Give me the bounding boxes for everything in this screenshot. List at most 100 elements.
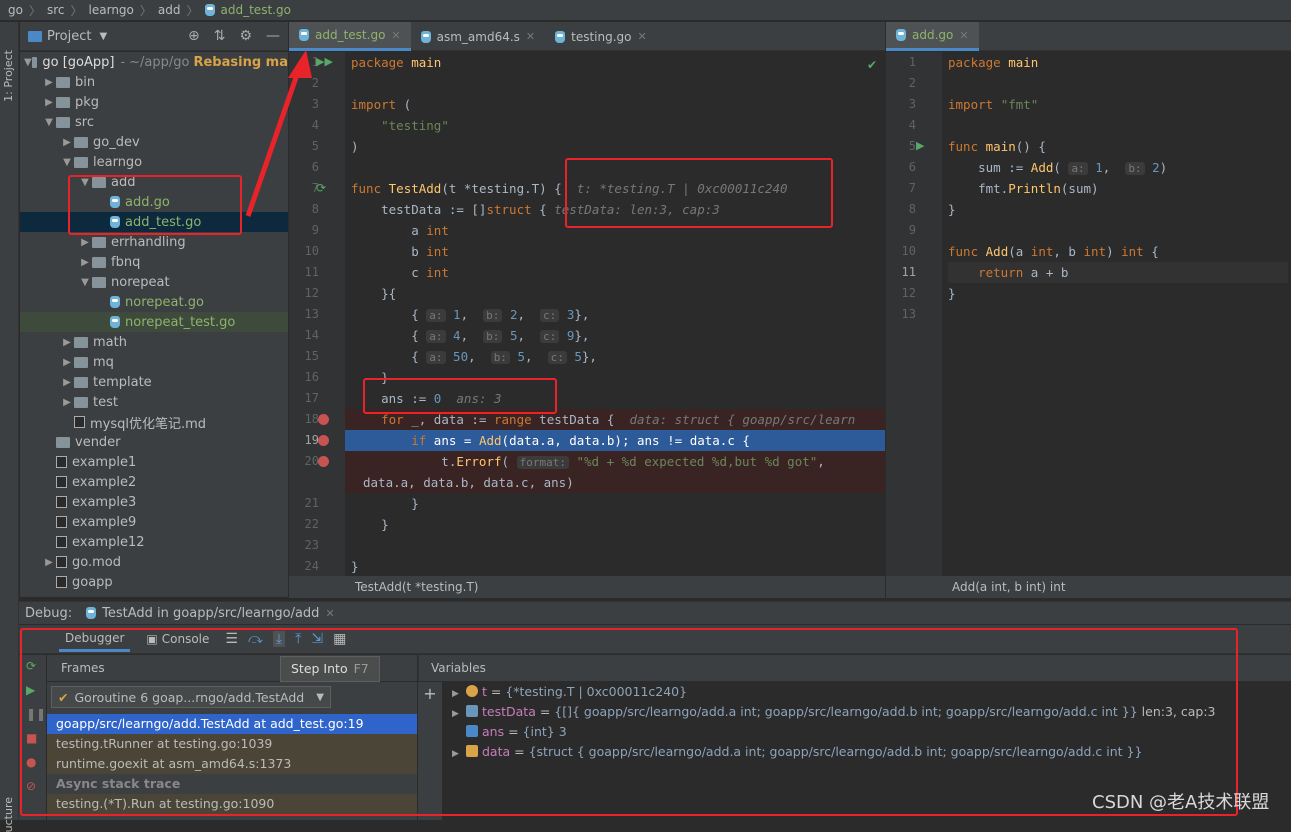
debug-session-tab[interactable]: TestAdd in goapp/src/learngo/add ✕	[86, 606, 335, 621]
tree-root-label: go [goApp]	[42, 54, 115, 70]
annotation-box-files	[68, 175, 242, 235]
tree-item[interactable]: norepeat_test.go	[20, 312, 288, 332]
breadcrumb-item-learngo[interactable]: learngo	[89, 3, 134, 17]
line-number: 17	[304, 391, 319, 405]
tree-item[interactable]: mysql优化笔记.md	[20, 412, 288, 432]
go-file-icon	[420, 30, 431, 43]
tree-item[interactable]: ▶ errhandling	[20, 232, 288, 252]
tree-item[interactable]: ▶ math	[20, 332, 288, 352]
tree-item-label: bin	[75, 74, 96, 90]
folder-icon	[31, 56, 38, 68]
line-number: 1	[908, 55, 916, 69]
close-icon[interactable]: ✕	[959, 29, 968, 42]
check-icon: ✔	[867, 58, 878, 72]
debug-label: Debug:	[25, 605, 73, 621]
breakpoint-icon[interactable]	[318, 414, 329, 425]
breadcrumb-item-add[interactable]: add	[158, 3, 181, 17]
code-line: return a + b	[948, 262, 1288, 283]
line-number: 6	[908, 160, 916, 174]
tree-item[interactable]: norepeat.go	[20, 292, 288, 312]
chevron-down-icon[interactable]: ▼	[24, 57, 32, 68]
editor-tab[interactable]: testing.go ✕	[545, 22, 657, 51]
chevron-right-icon[interactable]: ▶	[60, 137, 74, 148]
tree-item[interactable]: goapp	[20, 572, 288, 592]
code-line: { a: 4, b: 5, c: 9},	[351, 328, 590, 343]
line-number: 13	[304, 307, 319, 321]
tree-item[interactable]: vender	[20, 432, 288, 452]
tree-item[interactable]: example12	[20, 532, 288, 552]
annotation-box-debugger	[20, 628, 1238, 816]
gear-icon[interactable]: ⚙	[239, 28, 252, 44]
project-tool-button[interactable]: 1: Project	[2, 50, 15, 102]
project-panel-header: Project ▼ ⊕ ⇅ ⚙ —	[20, 22, 288, 51]
locate-icon[interactable]: ⊕	[188, 28, 200, 44]
split-code-editor[interactable]: package main import "fmt" func main() { …	[942, 52, 1291, 576]
folder-icon	[56, 96, 70, 108]
chevron-right-icon[interactable]: ▶	[60, 397, 74, 408]
line-number: 23	[304, 538, 319, 552]
code-editor[interactable]: package main import ( "testing" ) func T…	[345, 52, 885, 576]
debug-session-label: TestAdd in goapp/src/learngo/add	[102, 605, 320, 621]
chevron-down-icon[interactable]: ▼	[99, 31, 107, 42]
editor-tab[interactable]: asm_amd64.s ✕	[411, 22, 546, 51]
tree-root-path: ~/app/go	[129, 54, 190, 70]
chevron-down-icon[interactable]: ▼	[60, 157, 74, 168]
tree-item[interactable]: example1	[20, 452, 288, 472]
chevron-right-icon[interactable]: ▶	[60, 337, 74, 348]
close-icon[interactable]: ✕	[325, 607, 334, 620]
tree-item[interactable]: ▶ template	[20, 372, 288, 392]
folder-icon	[92, 276, 106, 288]
project-view-selector[interactable]: Project	[47, 29, 91, 44]
go-test-icon	[86, 607, 97, 619]
split-editor-tabs: add.go ✕	[886, 22, 1291, 51]
tree-item[interactable]: example2	[20, 472, 288, 492]
breakpoint-icon[interactable]	[318, 435, 329, 446]
code-line: import "fmt"	[948, 97, 1039, 112]
chevron-down-icon[interactable]: ▼	[42, 117, 56, 128]
chevron-right-icon[interactable]: ▶	[78, 237, 92, 248]
code-line: }	[351, 559, 359, 574]
tree-item[interactable]: ▼ norepeat	[20, 272, 288, 292]
file-icon	[56, 556, 67, 568]
close-icon[interactable]: ✕	[391, 29, 400, 42]
hide-icon[interactable]: —	[266, 28, 280, 44]
chevron-right-icon[interactable]: ▶	[60, 377, 74, 388]
tree-item[interactable]: ▶ mq	[20, 352, 288, 372]
editor-breadcrumb-left[interactable]: TestAdd(t *testing.T)	[289, 576, 885, 598]
annotation-arrow	[245, 50, 312, 217]
code-line: fmt.Println(sum)	[948, 181, 1099, 196]
folder-icon	[92, 236, 106, 248]
code-line: a int	[351, 223, 449, 238]
tree-item[interactable]: example3	[20, 492, 288, 512]
code-line: }	[351, 496, 419, 511]
tree-item-label: learngo	[93, 154, 143, 170]
tree-item[interactable]: ▶ fbnq	[20, 252, 288, 272]
breadcrumb-item-file[interactable]: add_test.go	[221, 3, 291, 17]
chevron-right-icon[interactable]: ▶	[78, 257, 92, 268]
breadcrumb-item-src[interactable]: src	[47, 3, 65, 17]
editor-tab[interactable]: add_test.go ✕	[289, 22, 411, 51]
close-icon[interactable]: ✕	[638, 30, 647, 43]
collapse-icon[interactable]: ⇅	[214, 28, 226, 44]
tree-item[interactable]: ▶ test	[20, 392, 288, 412]
line-number: 16	[304, 370, 319, 384]
tree-item-label: example3	[72, 494, 137, 510]
chevron-right-icon[interactable]: ▶	[42, 97, 56, 108]
code-line: sum := Add( a: 1, b: 2)	[948, 160, 1168, 175]
breadcrumb-item-go[interactable]: go	[8, 3, 23, 17]
chevron-right-icon[interactable]: ▶	[60, 357, 74, 368]
structure-tool-button[interactable]: ucture	[2, 797, 15, 832]
run-icon[interactable]: ▶	[916, 139, 924, 152]
chevron-down-icon[interactable]: ▼	[78, 277, 92, 288]
editor-tab[interactable]: add.go ✕	[886, 22, 979, 51]
editor-breadcrumb-right[interactable]: Add(a int, b int) int	[886, 576, 1291, 598]
split-editor-gutter[interactable]: 1 2 3 4 5 6 7 8 9 10 11 12 13 ▶	[886, 52, 942, 576]
tree-item[interactable]: example9	[20, 512, 288, 532]
chevron-right-icon[interactable]: ▶	[42, 77, 56, 88]
folder-icon	[74, 396, 88, 408]
breakpoint-icon[interactable]	[318, 456, 329, 467]
close-icon[interactable]: ✕	[526, 30, 535, 43]
tree-item[interactable]: ▶ go.mod	[20, 552, 288, 572]
editor-tab-label: testing.go	[571, 29, 632, 44]
code-line: c int	[351, 265, 449, 280]
